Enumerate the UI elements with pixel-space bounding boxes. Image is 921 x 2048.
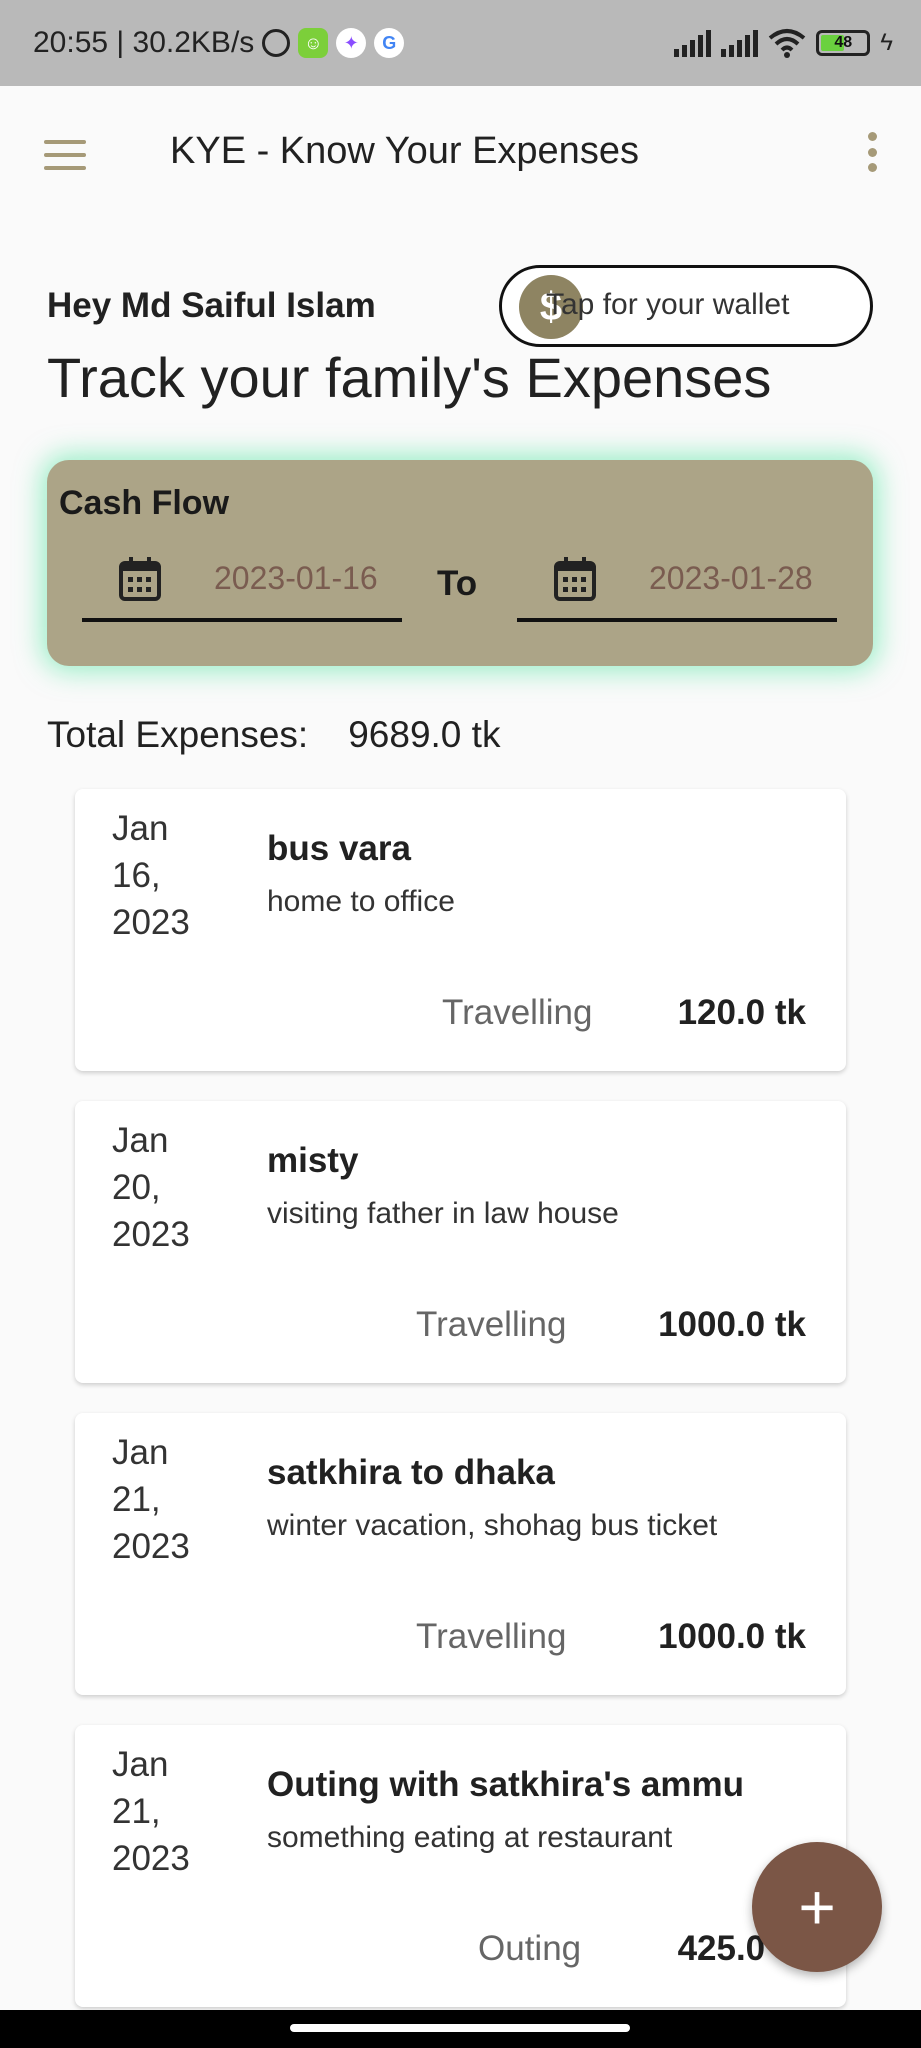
expense-date-year: 2023 (112, 1215, 190, 1254)
expense-date: Jan 20, 2023 (112, 1117, 222, 1258)
cell-signal-2-icon (721, 29, 759, 57)
expense-date-month-day: Jan 21, (112, 1433, 169, 1519)
to-label: To (437, 564, 478, 603)
expense-date-year: 2023 (112, 903, 190, 942)
expense-date: Jan 21, 2023 (112, 1741, 222, 1882)
expense-category: Travelling (416, 1305, 567, 1344)
expense-date-month-day: Jan 16, (112, 809, 169, 895)
from-date-field[interactable]: 2023-01-16 (82, 556, 402, 622)
total-expenses: Total Expenses: 9689.0 tk (47, 714, 500, 756)
status-left: 20:55 | 30.2KB/s ☺ ✦ G (33, 0, 405, 86)
google-icon: G (374, 28, 405, 58)
expense-title: bus vara (267, 829, 411, 868)
calendar-icon (119, 557, 161, 601)
system-nav-bar (0, 2010, 921, 2048)
battery-level: 48 (834, 34, 853, 51)
android-app-icon: ☺ (298, 28, 329, 58)
status-bar: 20:55 | 30.2KB/s ☺ ✦ G 48 ϟ (0, 0, 921, 86)
to-date-value: 2023-01-28 (649, 560, 813, 596)
alarm-icon (262, 29, 291, 57)
from-date-value: 2023-01-16 (214, 560, 378, 596)
expense-description: home to office (267, 885, 455, 918)
expense-card[interactable]: Jan 21, 2023 Outing with satkhira's ammu… (75, 1725, 846, 2007)
expense-description: something eating at restaurant (267, 1821, 673, 1854)
add-expense-button[interactable]: + (752, 1842, 882, 1972)
status-time: 20:55 | 30.2KB/s (33, 26, 255, 59)
expense-amount: 1000.0 tk (658, 1617, 806, 1656)
cash-flow-title: Cash Flow (59, 484, 230, 522)
more-options-icon[interactable] (867, 132, 877, 172)
expense-title: satkhira to dhaka (267, 1453, 555, 1492)
total-expenses-label: Total Expenses: (47, 714, 309, 755)
app-bar: KYE - Know Your Expenses (0, 86, 921, 220)
expense-date: Jan 21, 2023 (112, 1429, 222, 1570)
battery-icon: 48 (816, 30, 871, 56)
expense-amount: 1000.0 tk (658, 1305, 806, 1344)
expense-category: Travelling (416, 1617, 567, 1656)
headline: Track your family's Expenses (47, 346, 772, 409)
expense-category: Outing (478, 1929, 582, 1968)
expense-title: Outing with satkhira's ammu (267, 1765, 745, 1804)
expense-category: Travelling (442, 993, 593, 1032)
expense-date-month-day: Jan 20, (112, 1121, 169, 1207)
hamburger-menu-icon[interactable] (44, 140, 86, 170)
cash-flow-card: Cash Flow 2023-01-16 To 2023-01-28 (47, 460, 873, 666)
calendar-icon (554, 557, 596, 601)
expense-description: visiting father in law house (267, 1197, 619, 1230)
expense-description: winter vacation, shohag bus ticket (267, 1509, 718, 1542)
expense-date: Jan 16, 2023 (112, 805, 222, 946)
messenger-icon: ✦ (336, 28, 367, 58)
expense-amount: 120.0 tk (677, 993, 806, 1032)
greeting-text: Hey Md Saiful Islam (47, 286, 376, 325)
wallet-button[interactable]: $ Tap for your wallet (499, 265, 873, 347)
expense-date-year: 2023 (112, 1839, 190, 1878)
to-date-field[interactable]: 2023-01-28 (517, 556, 837, 622)
expense-card[interactable]: Jan 20, 2023 misty visiting father in la… (75, 1101, 846, 1383)
expense-date-year: 2023 (112, 1527, 190, 1566)
expense-card[interactable]: Jan 21, 2023 satkhira to dhaka winter va… (75, 1413, 846, 1695)
home-gesture-handle[interactable] (290, 2024, 630, 2032)
app-title: KYE - Know Your Expenses (170, 130, 639, 172)
expense-date-month-day: Jan 21, (112, 1745, 169, 1831)
expense-title: misty (267, 1141, 359, 1180)
wallet-button-label: Tap for your wallet (546, 288, 790, 321)
expense-card[interactable]: Jan 16, 2023 bus vara home to office Tra… (75, 789, 846, 1071)
charging-icon: ϟ (880, 29, 893, 56)
status-right: 48 ϟ (674, 0, 893, 86)
total-expenses-value: 9689.0 tk (348, 714, 501, 755)
cell-signal-icon (674, 29, 712, 57)
wifi-icon (769, 29, 806, 58)
